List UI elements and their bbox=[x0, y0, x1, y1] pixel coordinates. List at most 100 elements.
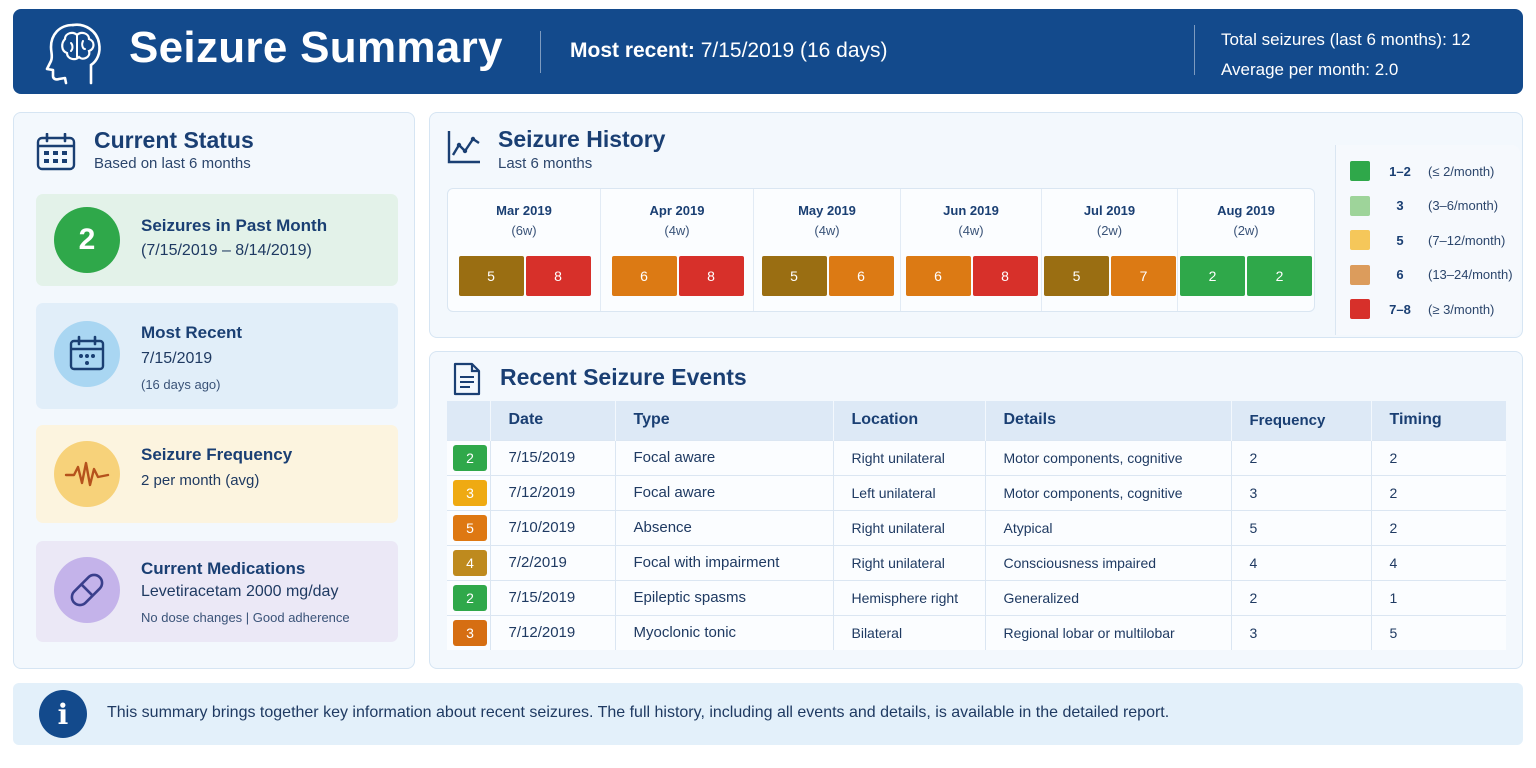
frequency-card: Seizure Frequency 2 per month (avg) bbox=[36, 425, 398, 523]
legend-range: (≤ 2/month) bbox=[1428, 163, 1495, 179]
location-cell: Left unilateral bbox=[833, 474, 986, 510]
current-status-subtitle: Based on last 6 months bbox=[94, 155, 251, 172]
table-row[interactable]: 4 7/2/2019 Focal with impairment Right unil… bbox=[447, 544, 1506, 580]
history-block[interactable]: 5 bbox=[761, 256, 827, 296]
level-badge: 5 bbox=[453, 514, 487, 541]
most-recent-date: 7/15/2019 bbox=[141, 350, 213, 367]
column-header-details[interactable]: Details bbox=[985, 401, 1232, 440]
legend-item: 5 (7–12/month) bbox=[1350, 230, 1505, 250]
most-recent-label: Most recent: bbox=[570, 39, 695, 62]
frequency-cell: 5 bbox=[1231, 509, 1372, 545]
column-header-location[interactable]: Location bbox=[833, 401, 986, 440]
date-cell: 7/12/2019 bbox=[490, 614, 616, 650]
legend-item: 3 (3–6/month) bbox=[1350, 195, 1499, 216]
history-month-weeks: (4w) bbox=[814, 223, 840, 238]
frequency-cell: 2 bbox=[1231, 579, 1372, 615]
history-block[interactable]: 6 bbox=[828, 256, 894, 296]
location-cell: Bilateral bbox=[833, 614, 986, 650]
legend-range: (13–24/month) bbox=[1428, 267, 1513, 282]
totals-summary: Total seizures (last 6 months): 12 Avera… bbox=[1221, 25, 1470, 85]
document-icon bbox=[453, 362, 481, 396]
legend-range: (7–12/month) bbox=[1428, 232, 1506, 248]
type-cell: Epileptic spasms bbox=[615, 579, 834, 615]
legend-value: 6 bbox=[1396, 267, 1404, 282]
date-cell: 7/15/2019 bbox=[490, 579, 616, 615]
table-row[interactable]: 3 7/12/2019 Focal aware Left unilateral Moto… bbox=[447, 474, 1506, 510]
table-row[interactable]: 2 7/15/2019 Focal aware Right unilateral Mot… bbox=[447, 439, 1506, 475]
table-row[interactable]: 3 7/12/2019 Myoclonic tonic Bilateral Region… bbox=[447, 614, 1506, 650]
page-title: Seizure Summary bbox=[129, 23, 503, 72]
most-recent-value: 7/15/2019 (16 days) bbox=[700, 39, 888, 62]
info-text: This summary brings together key informa… bbox=[107, 704, 1170, 721]
type-cell: Focal aware bbox=[615, 474, 834, 510]
history-month: Jul 2019 (2w) 5 7 bbox=[1042, 189, 1178, 311]
past-month-count: 2 bbox=[54, 207, 120, 273]
column-header-type[interactable]: Type bbox=[615, 401, 834, 440]
timing-cell: 2 bbox=[1371, 509, 1506, 545]
legend-item: 7–8 (≥ 3/month) bbox=[1350, 299, 1494, 319]
history-block[interactable]: 6 bbox=[905, 256, 971, 296]
history-month: Mar 2019 (6w) 5 8 bbox=[448, 189, 601, 311]
history-block[interactable]: 8 bbox=[525, 256, 591, 296]
history-month-name: May 2019 bbox=[798, 203, 856, 218]
header-bar: Seizure Summary Most recent: 7/15/2019 (… bbox=[13, 9, 1523, 94]
level-badge: 4 bbox=[453, 549, 487, 576]
recent-events-panel: Recent Seizure Events Date Type Location… bbox=[429, 351, 1523, 669]
history-block[interactable]: 2 bbox=[1180, 256, 1245, 296]
history-month-name: Apr 2019 bbox=[649, 203, 705, 218]
history-block[interactable]: 8 bbox=[678, 256, 744, 296]
legend-value: 7–8 bbox=[1389, 301, 1411, 317]
history-block[interactable]: 6 bbox=[611, 256, 677, 296]
medications-title: Current Medications bbox=[141, 559, 306, 578]
table-row[interactable]: 2 7/15/2019 Epileptic spasms Hemisphere rig… bbox=[447, 579, 1506, 615]
legend-value: 3 bbox=[1396, 198, 1404, 213]
level-badge: 3 bbox=[453, 479, 487, 506]
frequency-badge bbox=[54, 441, 120, 507]
level-cell: 5 bbox=[447, 509, 491, 545]
level-cell: 2 bbox=[447, 439, 491, 475]
total-seizures: Total seizures (last 6 months): 12 bbox=[1221, 30, 1471, 49]
date-cell: 7/15/2019 bbox=[490, 439, 616, 475]
history-month: Apr 2019 (4w) 6 8 bbox=[601, 189, 754, 311]
recent-calendar-badge bbox=[54, 321, 120, 387]
frequency-title: Seizure Frequency bbox=[141, 445, 293, 464]
frequency-value: 2 per month (avg) bbox=[141, 472, 260, 489]
pill-icon bbox=[70, 573, 104, 607]
line-chart-icon bbox=[447, 131, 480, 164]
legend-item: 1–2 (≤ 2/month) bbox=[1350, 161, 1494, 181]
medication-note: No dose changes | Good adherence bbox=[141, 610, 350, 625]
history-block[interactable]: 5 bbox=[1044, 256, 1109, 296]
history-month-weeks: (4w) bbox=[958, 223, 984, 238]
column-header-date[interactable]: Date bbox=[490, 401, 616, 440]
history-grid: Mar 2019 (6w) 5 8 Apr 2019 (4w) 6 8 May 2019 (4w)… bbox=[447, 188, 1315, 312]
frequency-cell: 3 bbox=[1231, 474, 1372, 510]
history-block[interactable]: 7 bbox=[1111, 256, 1176, 296]
history-month: Aug 2019 (2w) 2 2 bbox=[1178, 189, 1314, 311]
past-month-range: (7/15/2019 – 8/14/2019) bbox=[141, 242, 312, 259]
events-header-row: Date Type Location Details Frequency Tim… bbox=[447, 401, 1506, 440]
history-block[interactable]: 8 bbox=[972, 256, 1038, 296]
date-cell: 7/2/2019 bbox=[490, 544, 616, 580]
medications-card: Current Medications Levetiracetam 2000 m… bbox=[36, 541, 398, 642]
level-cell: 3 bbox=[447, 474, 491, 510]
column-header-frequency[interactable]: Frequency bbox=[1231, 401, 1372, 440]
column-header-timing[interactable]: Timing bbox=[1371, 401, 1506, 440]
details-cell: Motor components, cognitive bbox=[985, 474, 1232, 510]
date-cell: 7/10/2019 bbox=[490, 509, 616, 545]
current-status-title: Current Status bbox=[94, 127, 254, 153]
timing-cell: 5 bbox=[1371, 614, 1506, 650]
frequency-cell: 4 bbox=[1231, 544, 1372, 580]
legend-value: 5 bbox=[1396, 232, 1404, 248]
legend-swatch bbox=[1350, 195, 1370, 216]
legend-range: (3–6/month) bbox=[1428, 198, 1499, 213]
history-block[interactable]: 5 bbox=[458, 256, 524, 296]
table-row[interactable]: 5 7/10/2019 Absence Right unilateral Atypica… bbox=[447, 509, 1506, 545]
current-status-panel: Current Status Based on last 6 months 2 … bbox=[13, 112, 415, 669]
history-month-name: Aug 2019 bbox=[1217, 203, 1275, 218]
history-block[interactable]: 2 bbox=[1247, 256, 1312, 296]
location-cell: Hemisphere right bbox=[833, 579, 986, 615]
level-cell: 2 bbox=[447, 579, 491, 615]
history-month-weeks: (2w) bbox=[1096, 223, 1123, 238]
calendar-icon bbox=[36, 133, 76, 171]
history-month-weeks: (4w) bbox=[664, 223, 690, 238]
